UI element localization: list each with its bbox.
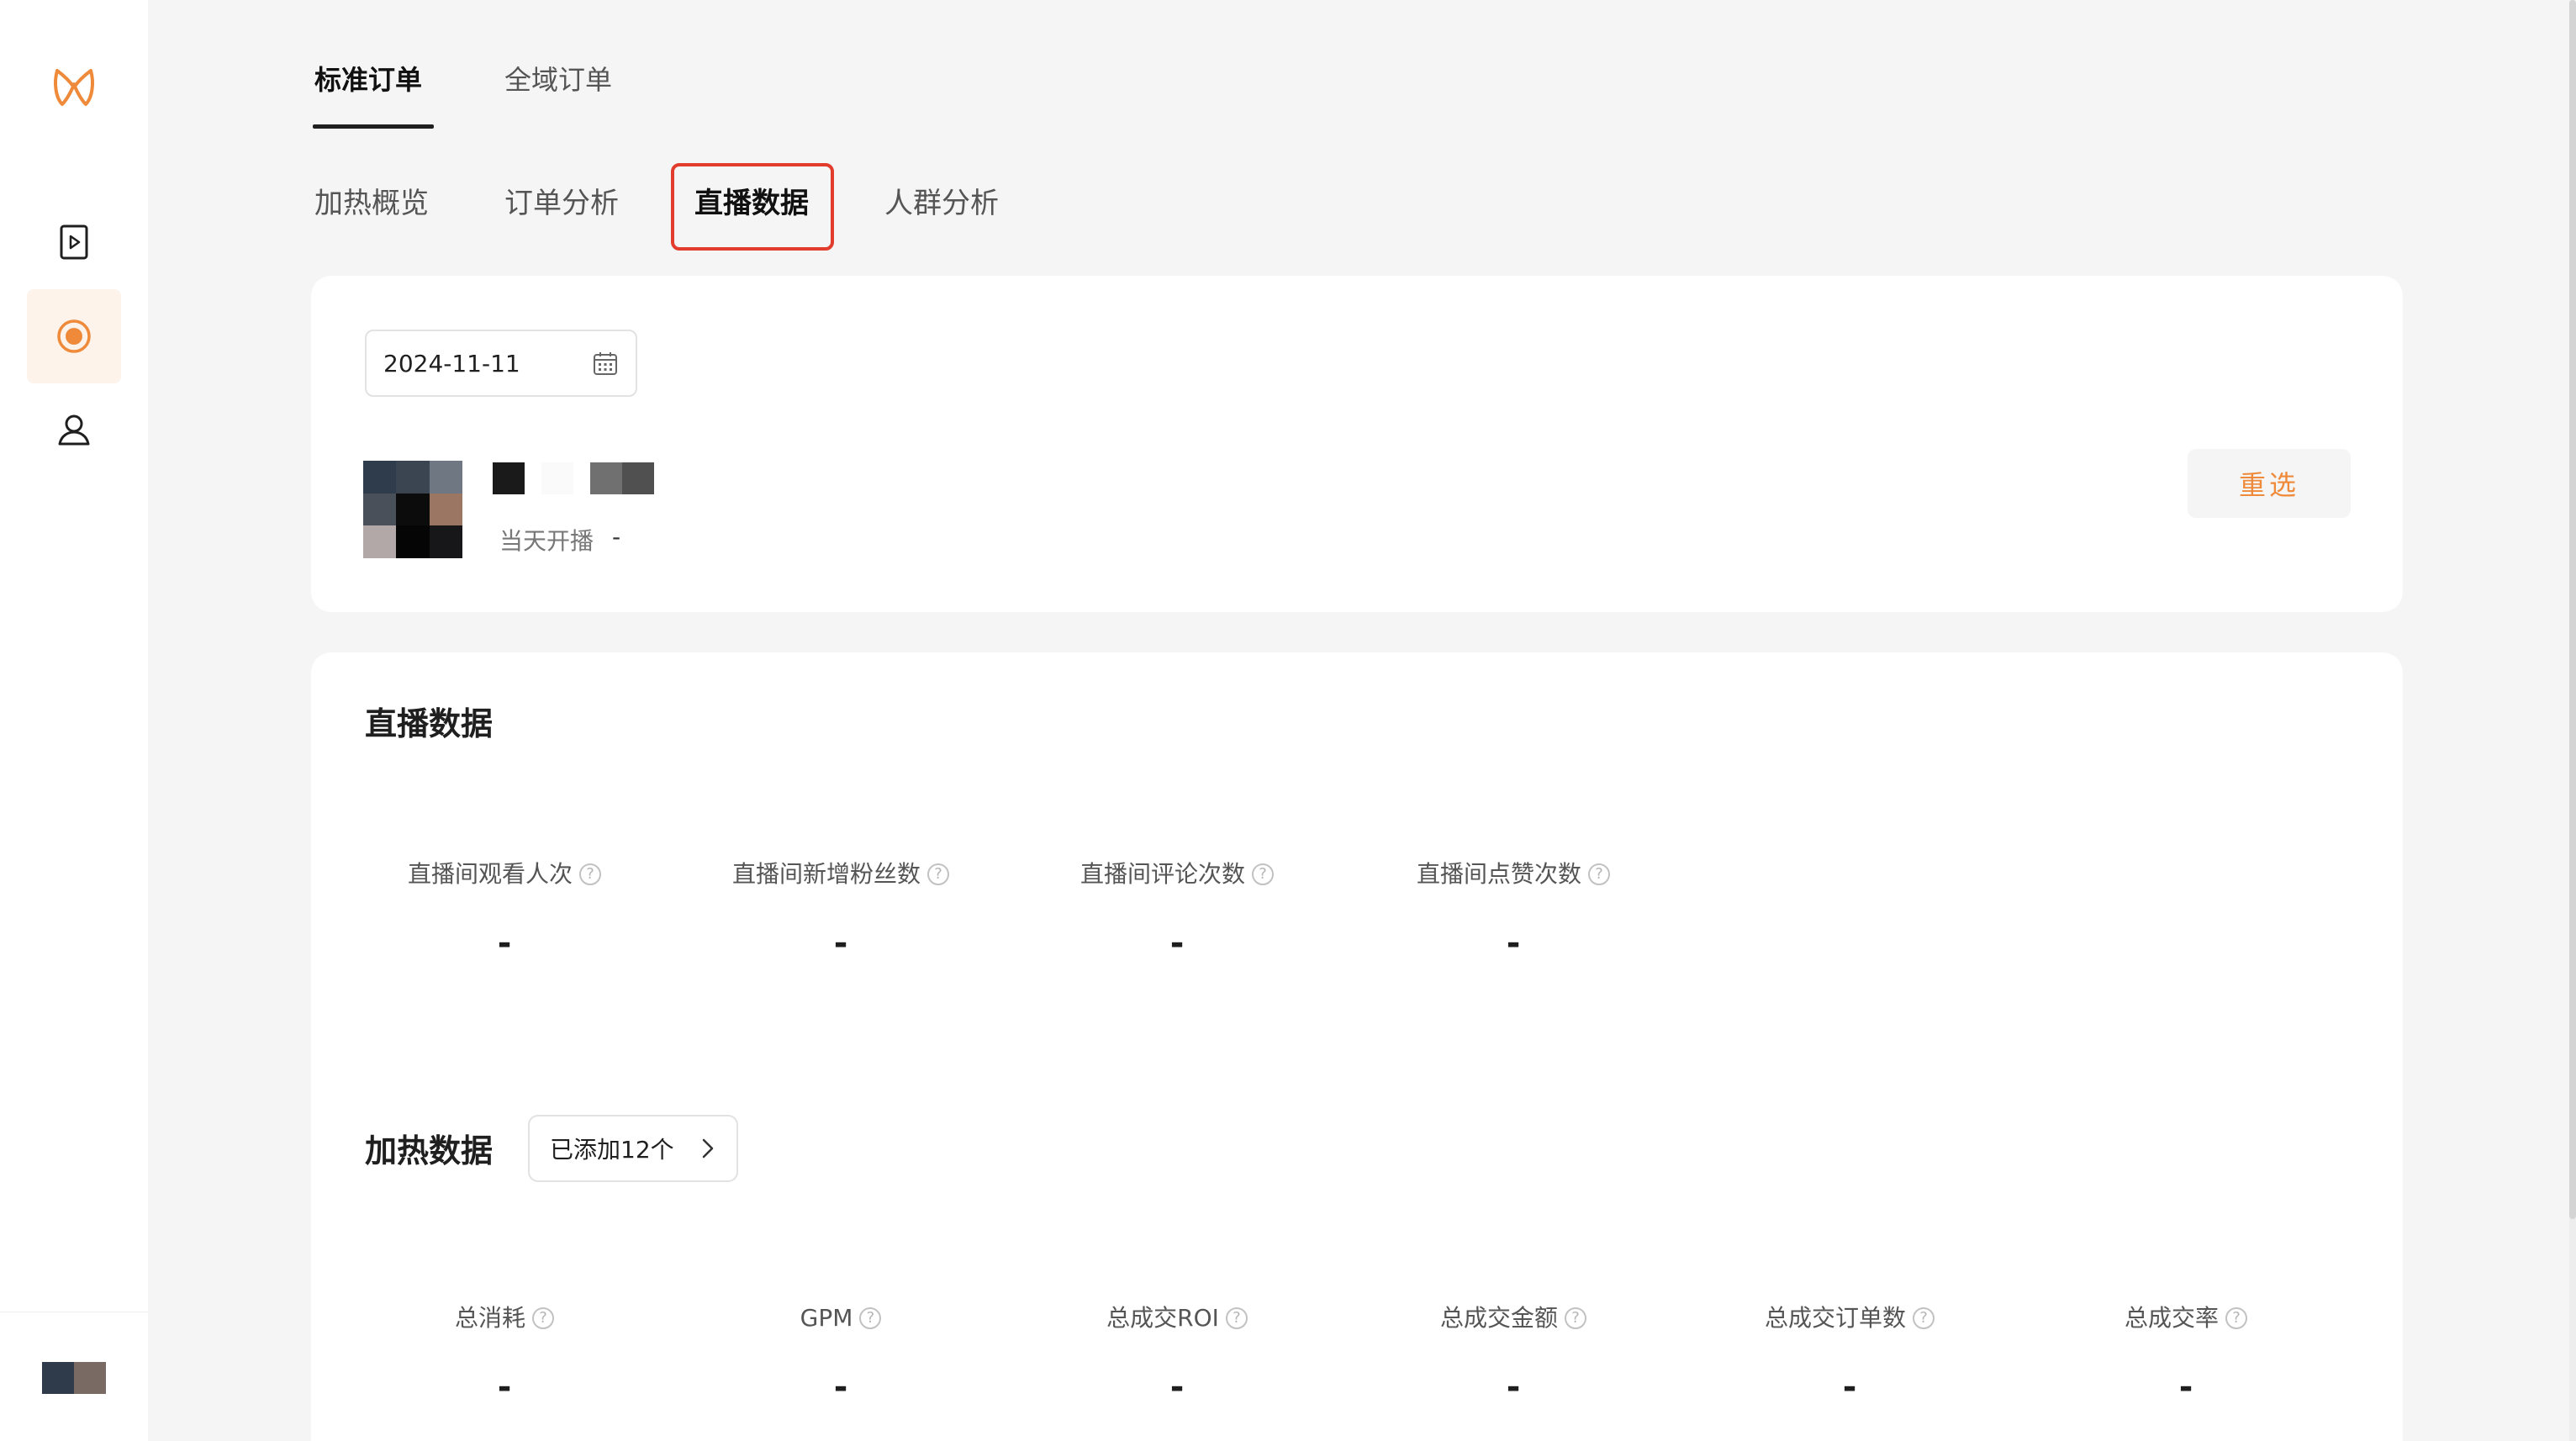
metric-label: 直播间点赞次数 [1416, 860, 1581, 888]
metric-label: GPM [800, 1304, 853, 1332]
tab-heating-overview[interactable]: 加热概览 [314, 183, 429, 224]
tab-global-orders[interactable]: 全域订单 [504, 61, 612, 99]
tab-crowd-analysis[interactable]: 人群分析 [884, 183, 999, 224]
metric-value: - [833, 924, 848, 963]
sidebar-item-crowd[interactable] [27, 383, 121, 478]
anchor-avatar [363, 461, 462, 558]
metric-label: 直播间评论次数 [1079, 860, 1245, 888]
metric-value: - [2178, 1368, 2193, 1407]
metric-total-gmv: 总成交金额? - [1345, 1301, 1681, 1406]
metric-total-roi: 总成交ROI? - [1009, 1301, 1345, 1406]
live-status-value: - [612, 523, 621, 551]
metric-likes: 直播间点赞次数? - [1345, 858, 1681, 962]
metric-value: - [1506, 1368, 1521, 1407]
metric-label: 直播间新增粉丝数 [731, 860, 921, 888]
metric-total-orders: 总成交订单数? - [1681, 1301, 2018, 1406]
help-icon[interactable]: ? [579, 863, 601, 885]
metric-value: - [1169, 1368, 1185, 1407]
metric-value: - [497, 1368, 512, 1407]
live-record-icon [57, 319, 91, 353]
metric-gpm: GPM? - [673, 1301, 1009, 1406]
heating-data-title: 加热数据 [365, 1132, 494, 1169]
help-icon[interactable]: ? [1588, 863, 1610, 885]
tab-order-analysis[interactable]: 订单分析 [504, 183, 619, 224]
metric-live-views: 直播间观看人次? - [336, 858, 673, 962]
metric-total-spend: 总消耗? - [336, 1301, 673, 1406]
sidebar-item-video[interactable] [27, 195, 121, 289]
live-data-title: 直播数据 [365, 705, 494, 742]
calendar-icon [594, 352, 617, 375]
brand-logo-icon [50, 66, 98, 109]
sidebar-item-live[interactable] [27, 289, 121, 383]
metric-label: 直播间观看人次 [407, 860, 573, 888]
live-status-label: 当天开播 [499, 527, 594, 555]
metric-conversion-rate: 总成交率? - [2018, 1301, 2354, 1406]
help-icon[interactable]: ? [1252, 863, 1274, 885]
help-icon[interactable]: ? [859, 1307, 882, 1329]
metric-value: - [1842, 1368, 1857, 1407]
metric-label: 总成交订单数 [1764, 1304, 1906, 1332]
metric-value: - [833, 1368, 848, 1407]
metric-label: 总成交ROI [1106, 1304, 1219, 1332]
sidebar [0, 0, 148, 1441]
filter-card: 2024-11-11 当天开播 - 重选 [311, 276, 2403, 612]
metric-new-fans: 直播间新增粉丝数? - [673, 858, 1009, 962]
metric-value: - [1169, 924, 1185, 963]
help-icon[interactable]: ? [1565, 1307, 1586, 1329]
date-picker[interactable]: 2024-11-11 [365, 330, 637, 397]
metric-value: - [1506, 924, 1521, 963]
added-campaigns-button[interactable]: 已添加12个 [528, 1115, 738, 1182]
live-data-tab-highlight [671, 163, 834, 251]
active-tab-underline [313, 124, 434, 129]
help-icon[interactable]: ? [2225, 1307, 2247, 1329]
live-status: 当天开播 - [499, 523, 620, 557]
data-card: 直播数据 直播间观看人次? - 直播间新增粉丝数? - 直播间评论次数? - 直… [311, 652, 2403, 1441]
help-icon[interactable]: ? [532, 1307, 554, 1329]
user-group-icon [58, 414, 90, 446]
user-avatar[interactable] [42, 1362, 106, 1394]
added-campaigns-label: 已添加12个 [550, 1136, 674, 1164]
reselect-button[interactable]: 重选 [2188, 449, 2351, 518]
tab-standard-orders[interactable]: 标准订单 [314, 61, 422, 99]
metric-value: - [497, 924, 512, 963]
video-file-icon [60, 224, 88, 260]
help-icon[interactable]: ? [927, 863, 949, 885]
metric-comments: 直播间评论次数? - [1009, 858, 1345, 962]
metric-label: 总消耗 [454, 1304, 525, 1332]
anchor-name-redacted [493, 462, 654, 494]
help-icon[interactable]: ? [1225, 1307, 1248, 1329]
date-value: 2024-11-11 [383, 349, 520, 377]
metric-label: 总成交金额 [1439, 1304, 1558, 1332]
scrollbar-thumb[interactable] [2569, 0, 2576, 1219]
chevron-right-icon [702, 1138, 714, 1159]
help-icon[interactable]: ? [1913, 1307, 1935, 1329]
metric-label: 总成交率 [2124, 1304, 2219, 1332]
